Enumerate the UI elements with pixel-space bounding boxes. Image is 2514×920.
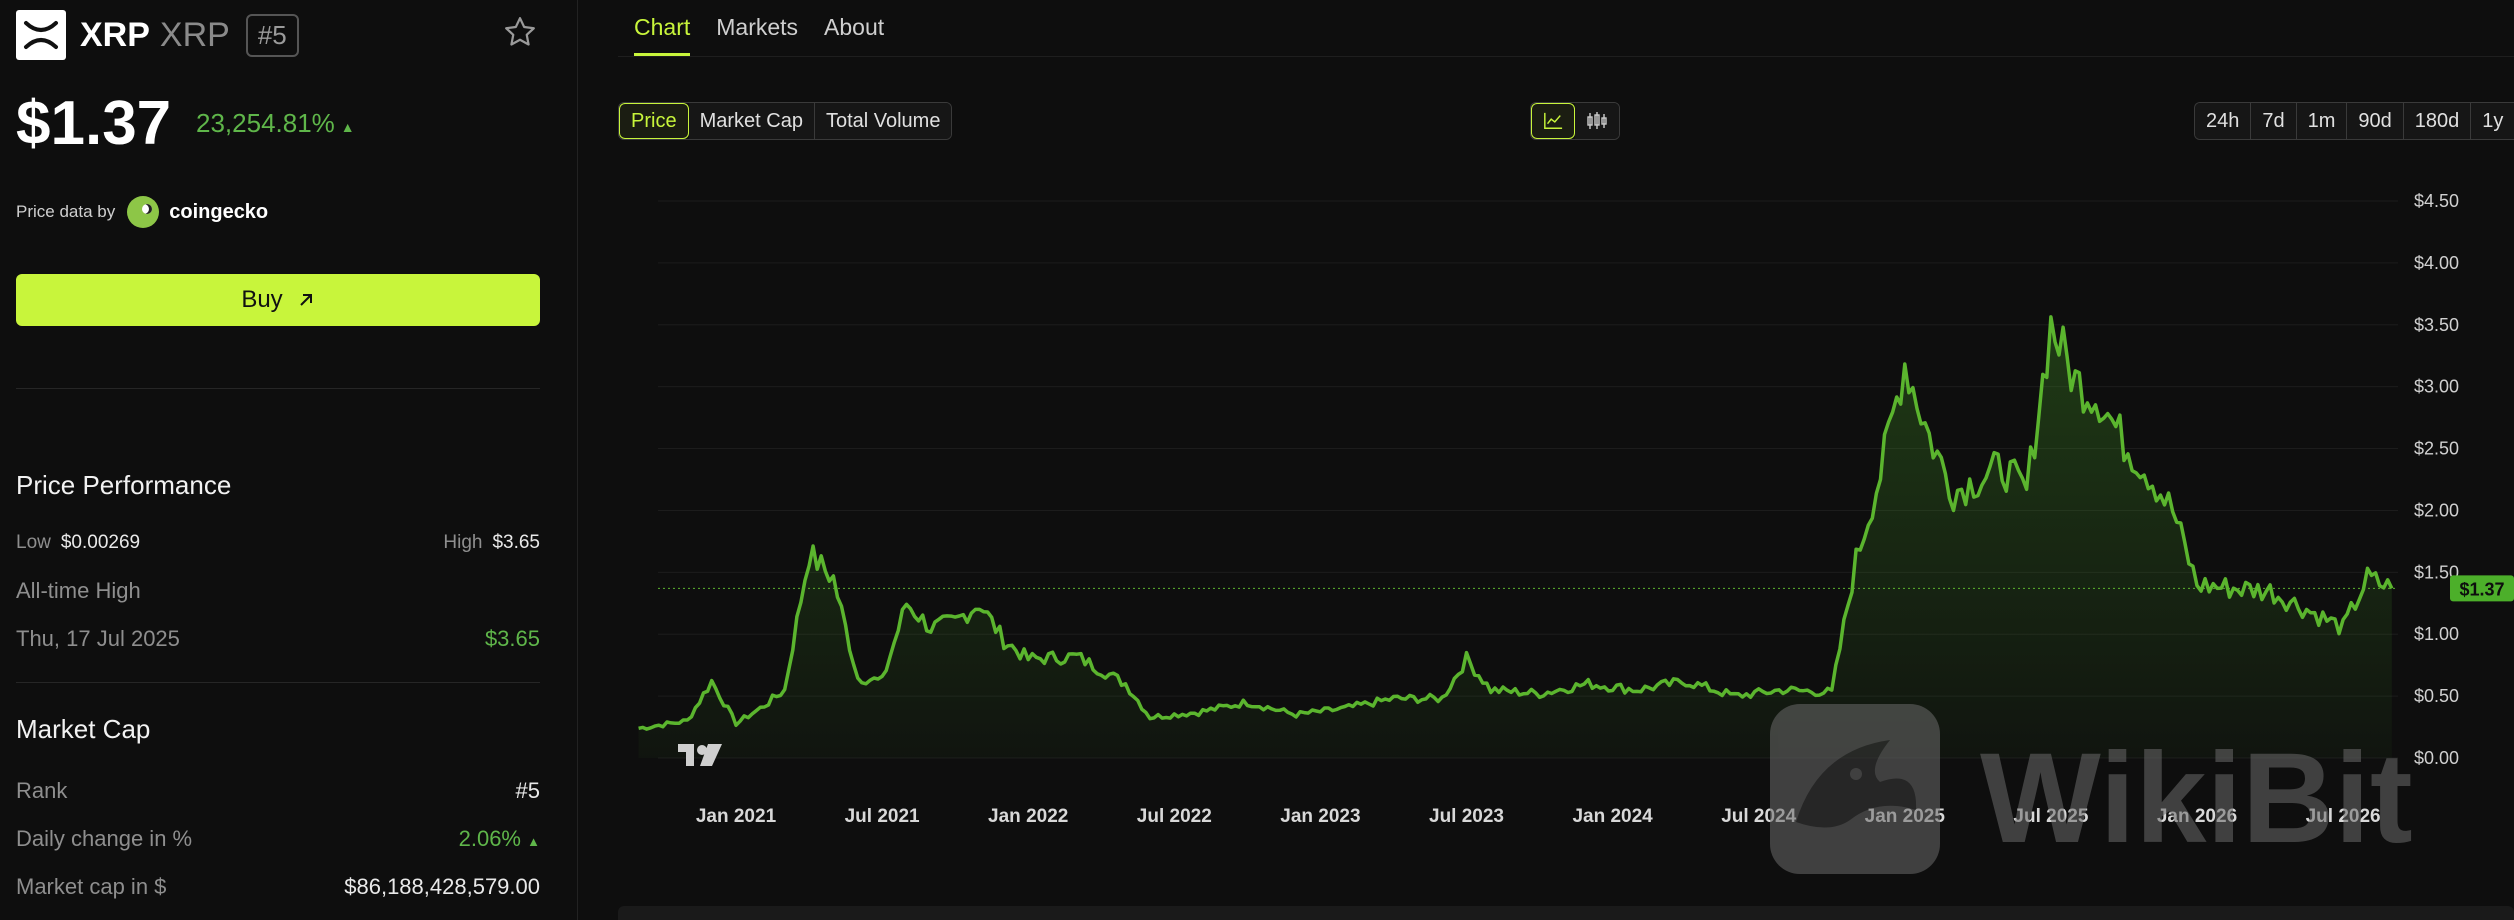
bottom-panel bbox=[618, 906, 2514, 920]
range-7d[interactable]: 7d bbox=[2251, 103, 2297, 139]
rank-value: #5 bbox=[515, 778, 540, 803]
provider-name[interactable]: coingecko bbox=[169, 201, 268, 224]
rank-row: Rank #5 bbox=[16, 778, 540, 804]
price-performance-title: Price Performance bbox=[16, 470, 232, 500]
range-90d[interactable]: 90d bbox=[2347, 103, 2404, 139]
up-arrow-icon: ▲ bbox=[527, 834, 540, 849]
price-change-value: 23,254.81% bbox=[196, 108, 335, 138]
coin-name: XRP bbox=[80, 15, 150, 54]
coin-info-panel: XRP XRP #5 $1.37 23,254.81% ▲ Price data … bbox=[0, 0, 578, 920]
x-tick-label: Jul 2023 bbox=[1429, 806, 1504, 827]
daily-change-label: Daily change in % bbox=[16, 826, 193, 851]
coin-symbol: XRP bbox=[159, 15, 230, 54]
ath-value: $3.65 bbox=[484, 626, 540, 651]
ath-label-row: All-time High bbox=[16, 578, 540, 604]
x-tick-label: Jul 2021 bbox=[845, 806, 920, 827]
tab-about[interactable]: About bbox=[824, 14, 884, 56]
high-label: High bbox=[443, 532, 483, 553]
y-tick-label: $0.00 bbox=[2414, 748, 2459, 768]
market-cap-label: Market cap in $ bbox=[16, 874, 167, 899]
metric-price[interactable]: Price bbox=[619, 103, 689, 139]
daily-change-row: Daily change in % 2.06% ▲ bbox=[16, 826, 540, 852]
range-24h[interactable]: 24h bbox=[2195, 103, 2252, 139]
y-tick-label: $4.50 bbox=[2414, 191, 2459, 211]
low-value: $0.00269 bbox=[60, 532, 141, 553]
market-cap-row: Market cap in $ $86,188,428,579.00 bbox=[16, 874, 540, 900]
range-1m[interactable]: 1m bbox=[2296, 103, 2348, 139]
time-range-selector: 24h 7d 1m 90d 180d 1y bbox=[2194, 102, 2514, 140]
watchlist-star-icon[interactable] bbox=[502, 14, 538, 55]
coin-header: XRP XRP #5 bbox=[16, 10, 299, 60]
y-tick-label: $4.00 bbox=[2414, 253, 2459, 273]
range-180d[interactable]: 180d bbox=[2403, 103, 2472, 139]
metric-selector: Price Market Cap Total Volume bbox=[618, 102, 953, 140]
buy-button[interactable]: Buy bbox=[16, 274, 540, 326]
wikibit-watermark: WikiBit bbox=[1770, 704, 2413, 874]
coingecko-logo-icon bbox=[127, 196, 160, 228]
rank-badge: #5 bbox=[245, 13, 299, 57]
tab-markets[interactable]: Markets bbox=[716, 14, 798, 56]
x-tick-label: Jul 2022 bbox=[1137, 806, 1212, 827]
x-tick-label: Jan 2024 bbox=[1572, 806, 1653, 827]
price-chart[interactable]: $0.00 $0.50 $1.00 $1.50 $2.00 $2.50 $3.00 $3.50… bbox=[618, 170, 2514, 890]
divider bbox=[16, 388, 540, 389]
ath-row: Thu, 17 Jul 2025 $3.65 bbox=[16, 626, 540, 652]
y-tick-label: $1.00 bbox=[2414, 624, 2459, 644]
low-label: Low bbox=[16, 532, 51, 553]
provider-label: Price data by bbox=[16, 202, 116, 221]
metric-market-cap[interactable]: Market Cap bbox=[688, 103, 815, 139]
price-provider: Price data by coingecko bbox=[16, 196, 268, 228]
range-1y[interactable]: 1y bbox=[2471, 103, 2514, 139]
arrow-up-right-icon bbox=[299, 294, 312, 306]
current-price-tag: $1.37 bbox=[2450, 575, 2514, 602]
ath-label: All-time High bbox=[16, 578, 141, 603]
y-tick-label: $2.00 bbox=[2414, 500, 2459, 520]
line-chart-icon[interactable] bbox=[1531, 103, 1575, 139]
up-arrow-icon: ▲ bbox=[340, 119, 355, 135]
market-cap-title: Market Cap bbox=[16, 714, 151, 744]
y-tick-label: $3.50 bbox=[2414, 315, 2459, 335]
low-high-row: Low $0.00269 High $3.65 bbox=[16, 532, 540, 554]
buy-label: Buy bbox=[241, 286, 283, 313]
price-chart-svg[interactable]: $0.00$0.50$1.00$1.50$2.00$2.50$3.00$3.50… bbox=[618, 170, 2514, 890]
current-price: $1.37 bbox=[16, 89, 172, 158]
chart-type-selector bbox=[1530, 102, 1620, 140]
y-tick-label: $0.50 bbox=[2414, 686, 2459, 706]
market-cap-value: $86,188,428,579.00 bbox=[344, 874, 540, 899]
rank-label: Rank bbox=[16, 778, 68, 803]
divider bbox=[16, 682, 540, 683]
x-tick-label: Jan 2023 bbox=[1280, 806, 1360, 827]
tab-chart[interactable]: Chart bbox=[634, 14, 691, 56]
x-tick-label: Jan 2021 bbox=[696, 806, 777, 827]
y-tick-label: $2.50 bbox=[2414, 439, 2459, 459]
x-tick-label: Jan 2022 bbox=[988, 806, 1068, 827]
y-tick-label: $3.00 bbox=[2414, 377, 2459, 397]
current-price-label: $1.37 bbox=[2459, 579, 2504, 599]
candlestick-icon[interactable] bbox=[1575, 103, 1619, 139]
watermark-text: WikiBit bbox=[1980, 727, 2413, 870]
ath-date: Thu, 17 Jul 2025 bbox=[16, 626, 180, 651]
main-tabs: Chart Markets About bbox=[634, 14, 884, 56]
metric-total-volume[interactable]: Total Volume bbox=[814, 103, 952, 139]
high-value: $3.65 bbox=[492, 532, 540, 553]
daily-change-value: 2.06% bbox=[458, 826, 521, 851]
tabs-underline bbox=[618, 56, 2514, 57]
price-change: 23,254.81% ▲ bbox=[196, 108, 355, 139]
xrp-logo-icon bbox=[16, 10, 66, 60]
